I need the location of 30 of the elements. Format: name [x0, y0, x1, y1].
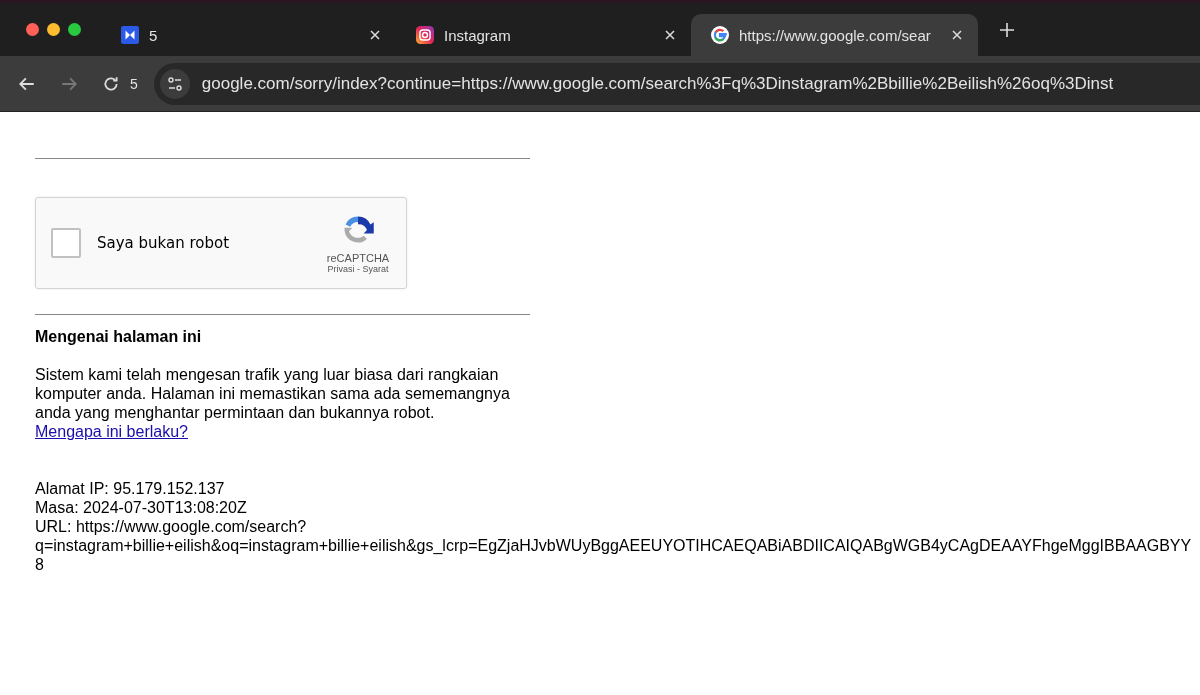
tab-title: Instagram	[444, 26, 512, 44]
info-line: Alamat IP: 95.179.152.137	[35, 479, 225, 498]
site-settings-icon[interactable]	[159, 68, 190, 99]
close-window-button[interactable]	[26, 23, 39, 36]
browser-tab[interactable]: Instagram	[396, 14, 691, 56]
browser-tab[interactable]: https://www.google.com/sear	[691, 14, 978, 56]
app-icon	[121, 26, 139, 44]
google-g-icon	[711, 26, 729, 44]
separator: -	[357, 264, 360, 274]
recaptcha-label: reCAPTCHA	[326, 252, 390, 264]
explanation-paragraph: Sistem kami telah mengesan trafik yang luar biasa dari rangkaian komputer anda. Halaman ini memastikan sama ada sememangnya anda yang menghantar permintaan dan bukannya robot. Mengapa ini berlaku?	[35, 365, 511, 441]
privacy-link[interactable]: Privasi	[327, 264, 355, 274]
checkbox[interactable]	[51, 228, 81, 258]
tab-title: https://www.google.com/sear	[739, 26, 932, 44]
info-line: 8	[35, 555, 44, 574]
info-line: q=instagram+billie+eilish&oq=instagram+billie+eilish&gs_lcrp=EgZjaHJvbWUyBggAEEUYOTIHCAEQABiABDIICAIQABgWGB4yCAgDEAAYFhgeMggIBBAAGBYY	[35, 536, 1192, 555]
terms-link[interactable]: Syarat	[362, 264, 389, 274]
info-line: Masa: 2024-07-30T13:08:20Z	[35, 498, 247, 517]
tab-title: 5	[149, 26, 159, 44]
section-heading: Mengenai halaman ini	[35, 328, 203, 346]
checkbox-label: Saya bukan robot	[97, 234, 231, 252]
tab-count: 5	[130, 75, 138, 92]
browser-tab[interactable]: 5	[101, 14, 396, 56]
info-line: URL: https://www.google.com/search?	[35, 517, 307, 536]
reload-icon[interactable]	[102, 74, 120, 93]
address-bar[interactable]: google.com/sorry/index?continue=https://www.google.com/search%3Fq%3Dinstagram%2Bbillie%2Beilish%26oq%3Dinst	[153, 62, 1200, 105]
camera-icon	[416, 26, 434, 44]
why-link[interactable]: Mengapa ini berlaku?	[35, 423, 188, 440]
minimize-window-button[interactable]	[47, 23, 60, 36]
zoom-window-button[interactable]	[68, 23, 81, 36]
